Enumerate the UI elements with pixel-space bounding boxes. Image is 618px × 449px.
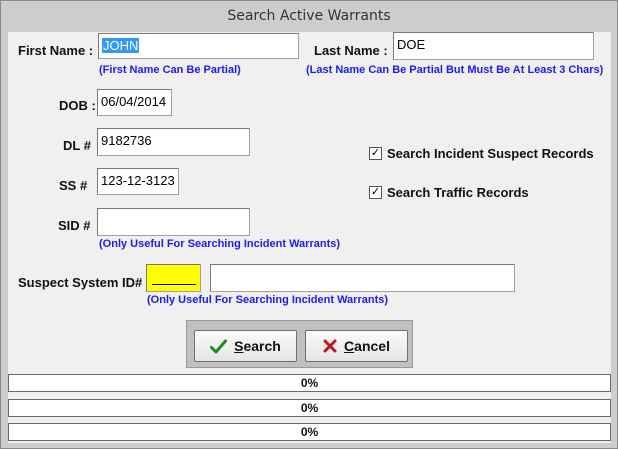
progress-bar-2: 0%: [8, 399, 611, 417]
x-icon: [323, 339, 337, 353]
suspect-system-id-hint: (Only Useful For Searching Incident Warr…: [147, 294, 389, 306]
sid-hint: (Only Useful For Searching Incident Warr…: [99, 238, 341, 250]
incident-suspect-label: Search Incident Suspect Records: [387, 146, 594, 161]
ss-value: 123-12-3123: [101, 173, 175, 188]
first-name-value: JOHN: [102, 38, 140, 53]
suspect-system-id-field[interactable]: [146, 264, 201, 292]
traffic-label: Search Traffic Records: [387, 185, 529, 200]
search-warrants-window: Search Active Warrants First Name : JOHN…: [0, 0, 618, 449]
dob-label: DOB :: [59, 98, 96, 113]
progress-bar-3: 0%: [8, 423, 611, 441]
ss-label: SS #: [59, 178, 88, 193]
form-panel: First Name : JOHN (First Name Can Be Par…: [8, 32, 611, 443]
cancel-button-label: Cancel: [344, 338, 390, 354]
suspect-system-id-name-field[interactable]: [210, 264, 515, 292]
checkmark-icon: [210, 339, 228, 354]
sid-field[interactable]: [97, 208, 250, 236]
first-name-hint: (First Name Can Be Partial): [99, 64, 241, 76]
ss-field[interactable]: 123-12-3123: [97, 168, 179, 195]
first-name-label: First Name :: [18, 43, 94, 58]
last-name-hint: (Last Name Can Be Partial But Must Be At…: [306, 64, 604, 76]
last-name-value: DOE: [397, 37, 426, 52]
window-title: Search Active Warrants: [227, 8, 391, 24]
first-name-field[interactable]: JOHN: [98, 33, 299, 59]
dl-field[interactable]: 9182736: [97, 128, 250, 156]
search-button-label: Search: [234, 338, 281, 354]
input-underline: [152, 284, 196, 285]
dl-label: DL #: [63, 138, 91, 153]
dl-value: 9182736: [101, 133, 152, 148]
sid-label: SID #: [58, 218, 91, 233]
progress-bar-1: 0%: [8, 374, 611, 392]
suspect-system-id-label: Suspect System ID#: [18, 275, 143, 290]
last-name-label: Last Name :: [314, 43, 388, 58]
progress-text-3: 0%: [300, 425, 319, 439]
button-panel: Search Cancel: [186, 320, 413, 368]
dob-value: 06/04/2014: [101, 94, 167, 109]
traffic-checkbox[interactable]: ✓ Search Traffic Records: [369, 185, 529, 200]
traffic-check-box[interactable]: ✓: [369, 186, 382, 199]
search-button[interactable]: Search: [194, 330, 297, 362]
dob-field[interactable]: 06/04/2014: [97, 89, 172, 116]
incident-suspect-checkbox[interactable]: ✓ Search Incident Suspect Records: [369, 146, 594, 161]
progress-text-2: 0%: [300, 401, 319, 415]
progress-text-1: 0%: [300, 376, 319, 390]
cancel-button[interactable]: Cancel: [305, 330, 408, 362]
last-name-field[interactable]: DOE: [393, 32, 594, 60]
incident-suspect-check-box[interactable]: ✓: [369, 147, 382, 160]
